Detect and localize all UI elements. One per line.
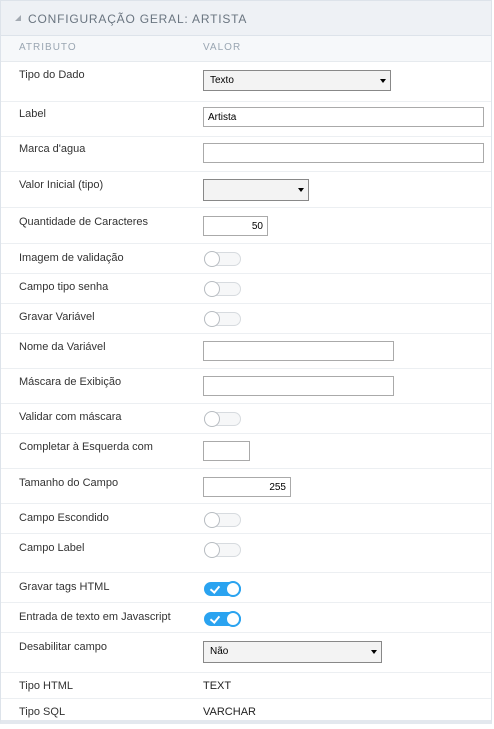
row-marca-agua: Marca d'agua [1, 137, 491, 172]
toggle-knob [204, 411, 220, 427]
toggle-knob [204, 281, 220, 297]
row-campo-senha: Campo tipo senha [1, 274, 491, 304]
label-input[interactable] [203, 107, 484, 127]
row-validar-mascara: Validar com máscara [1, 404, 491, 434]
tamanho-campo-input[interactable] [203, 477, 291, 497]
label-mascara-exibicao: Máscara de Exibição [19, 376, 122, 388]
row-imagem-validacao: Imagem de validação [1, 244, 491, 274]
row-desabilitar-campo: Desabilitar campo Não [1, 633, 491, 673]
config-panel: CONFIGURAÇÃO GERAL: ARTISTA ATRIBUTO VAL… [0, 0, 492, 724]
tipo-html-value: TEXT [203, 680, 232, 692]
row-valor-inicial: Valor Inicial (tipo) [1, 172, 491, 208]
row-nome-variavel: Nome da Variável [1, 334, 491, 369]
row-gravar-variavel: Gravar Variável [1, 304, 491, 334]
row-completar-esquerda: Completar à Esquerda com [1, 434, 491, 469]
label-campo-label: Campo Label [19, 542, 85, 554]
tipo-dado-value: Texto [210, 75, 234, 86]
completar-esquerda-input[interactable] [203, 441, 250, 461]
campo-escondido-toggle[interactable] [204, 512, 241, 528]
toggle-knob [225, 581, 241, 597]
valor-inicial-select[interactable] [203, 179, 309, 201]
label-campo-senha: Campo tipo senha [19, 281, 109, 293]
label-valor-inicial: Valor Inicial (tipo) [19, 179, 104, 191]
row-entrada-javascript: Entrada de texto em Javascript [1, 603, 491, 633]
label-completar-esquerda: Completar à Esquerda com [19, 441, 153, 453]
chevron-down-icon [380, 79, 386, 83]
label-campo-escondido: Campo Escondido [19, 512, 109, 524]
entrada-javascript-toggle[interactable] [204, 611, 241, 627]
row-tipo-sql: Tipo SQL VARCHAR [1, 699, 491, 721]
toggle-knob [225, 611, 241, 627]
label-tipo-dado: Tipo do Dado [19, 69, 85, 81]
toggle-knob [204, 251, 220, 267]
row-campo-label: Campo Label [1, 534, 491, 573]
mascara-exibicao-input[interactable] [203, 376, 394, 396]
desabilitar-campo-value: Não [210, 646, 229, 657]
label-tamanho-campo: Tamanho do Campo [19, 477, 119, 489]
chevron-down-icon [298, 188, 304, 192]
qtd-caracteres-input[interactable] [203, 216, 268, 236]
column-header-attribute: ATRIBUTO [19, 42, 77, 53]
gravar-variavel-toggle[interactable] [204, 311, 241, 327]
row-label: Label [1, 102, 491, 137]
panel-header[interactable]: CONFIGURAÇÃO GERAL: ARTISTA [1, 1, 491, 36]
chevron-down-icon [371, 650, 377, 654]
toggle-knob [204, 512, 220, 528]
label-gravar-variavel: Gravar Variável [19, 311, 95, 323]
toggle-knob [204, 542, 220, 558]
tipo-dado-select[interactable]: Texto [203, 70, 391, 91]
column-headers: ATRIBUTO VALOR [1, 36, 491, 62]
check-icon [209, 583, 221, 594]
panel-title: CONFIGURAÇÃO GERAL: ARTISTA [28, 12, 248, 26]
check-icon [209, 613, 221, 624]
label-tipo-html: Tipo HTML [19, 680, 73, 692]
row-qtd-caracteres: Quantidade de Caracteres [1, 208, 491, 244]
label-nome-variavel: Nome da Variável [19, 341, 106, 353]
marca-agua-input[interactable] [203, 143, 484, 163]
label-marca-agua: Marca d'agua [19, 143, 86, 155]
campo-label-toggle[interactable] [204, 542, 241, 558]
row-gravar-tags-html: Gravar tags HTML [1, 573, 491, 603]
collapse-triangle-icon[interactable] [15, 15, 21, 21]
label-label: Label [19, 108, 46, 120]
nome-variavel-input[interactable] [203, 341, 394, 361]
row-tamanho-campo: Tamanho do Campo [1, 469, 491, 504]
row-mascara-exibicao: Máscara de Exibição [1, 369, 491, 404]
label-imagem-validacao: Imagem de validação [19, 252, 124, 264]
column-header-value: VALOR [203, 42, 242, 53]
row-tipo-html: Tipo HTML TEXT [1, 673, 491, 699]
label-desabilitar-campo: Desabilitar campo [19, 641, 108, 653]
label-gravar-tags-html: Gravar tags HTML [19, 581, 110, 593]
desabilitar-campo-select[interactable]: Não [203, 641, 382, 663]
label-tipo-sql: Tipo SQL [19, 706, 66, 718]
row-tipo-dado: Tipo do Dado Texto [1, 62, 491, 102]
label-qtd-caracteres: Quantidade de Caracteres [19, 216, 149, 228]
tipo-sql-value: VARCHAR [203, 706, 256, 718]
label-entrada-javascript: Entrada de texto em Javascript [19, 611, 171, 623]
toggle-knob [204, 311, 220, 327]
campo-senha-toggle[interactable] [204, 281, 241, 297]
imagem-validacao-toggle[interactable] [204, 251, 241, 267]
row-campo-escondido: Campo Escondido [1, 504, 491, 534]
validar-mascara-toggle[interactable] [204, 411, 241, 427]
gravar-tags-html-toggle[interactable] [204, 581, 241, 597]
label-validar-mascara: Validar com máscara [19, 411, 122, 423]
